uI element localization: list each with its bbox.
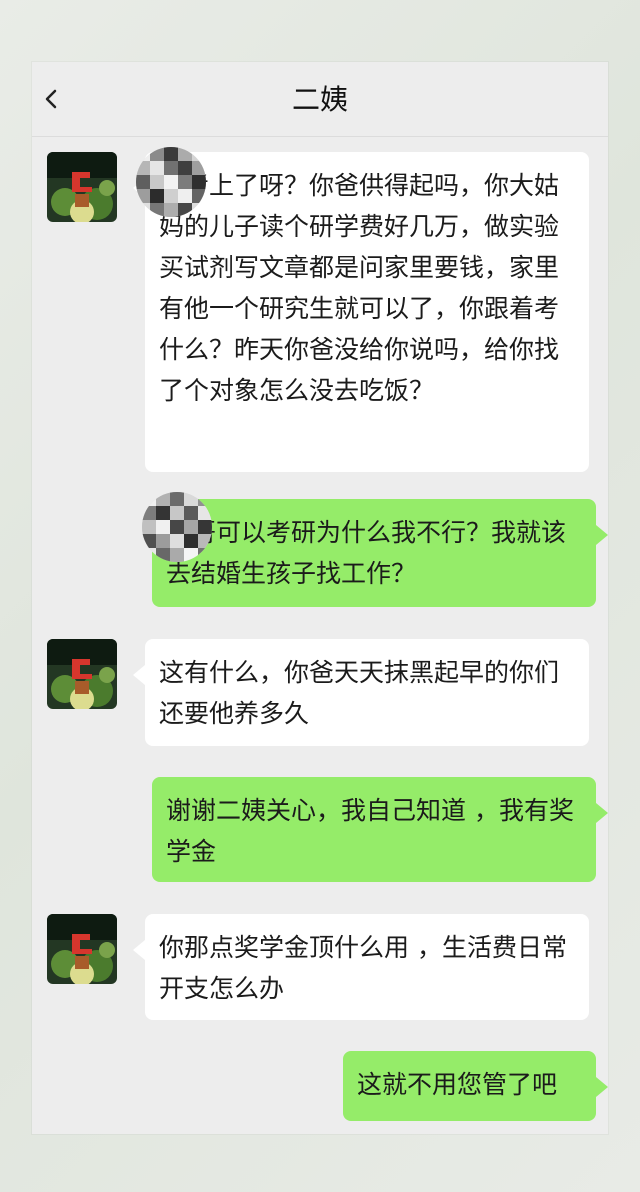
sender-name-mosaic bbox=[136, 147, 206, 217]
contact-avatar[interactable] bbox=[47, 152, 117, 222]
message-bubble-received[interactable]: 读考上了呀？你爸供得起吗，你大姑妈的儿子读个研学费好几万，做实验买试剂写文章都是… bbox=[133, 152, 589, 472]
message-bubble-sent[interactable]: 这就不用您管了吧 bbox=[343, 1051, 608, 1121]
message-text: 这有什么，你爸天天抹黑起早的你们还要他养多久 bbox=[159, 658, 560, 728]
sender-name-mosaic bbox=[142, 492, 212, 562]
chat-title: 二姨 bbox=[291, 83, 348, 116]
message-text: 读考上了呀？你爸供得起吗，你大姑妈的儿子读个研学费好几万，做实验买试剂写文章都是… bbox=[159, 171, 560, 405]
message-text: 表哥可以考研为什么我不行？我就该去结婚生孩子找工作？ bbox=[166, 518, 567, 588]
message-text: 你那点奖学金顶什么用 ，生活费日常开支怎么办 bbox=[159, 933, 567, 1003]
message-text: 这就不用您管了吧 bbox=[357, 1070, 558, 1099]
chat-header: 二姨 bbox=[32, 62, 608, 137]
message-text: 谢谢二姨关心，我自己知道 ，我有奖学金 bbox=[166, 796, 574, 866]
contact-avatar[interactable] bbox=[47, 914, 117, 984]
chat-screen: 二姨 读考上了呀？你爸供得起吗，你大姑妈的儿子读个研学费好几万，做实验买试剂写文… bbox=[32, 62, 608, 1134]
message-bubble-received[interactable]: 这有什么，你爸天天抹黑起早的你们还要他养多久 bbox=[133, 639, 589, 746]
message-bubble-received[interactable]: 你那点奖学金顶什么用 ，生活费日常开支怎么办 bbox=[133, 914, 589, 1020]
message-bubble-sent[interactable]: 谢谢二姨关心，我自己知道 ，我有奖学金 bbox=[152, 777, 608, 882]
message-bubble-sent[interactable]: 表哥可以考研为什么我不行？我就该去结婚生孩子找工作？ bbox=[152, 499, 608, 607]
contact-avatar[interactable] bbox=[47, 639, 117, 709]
